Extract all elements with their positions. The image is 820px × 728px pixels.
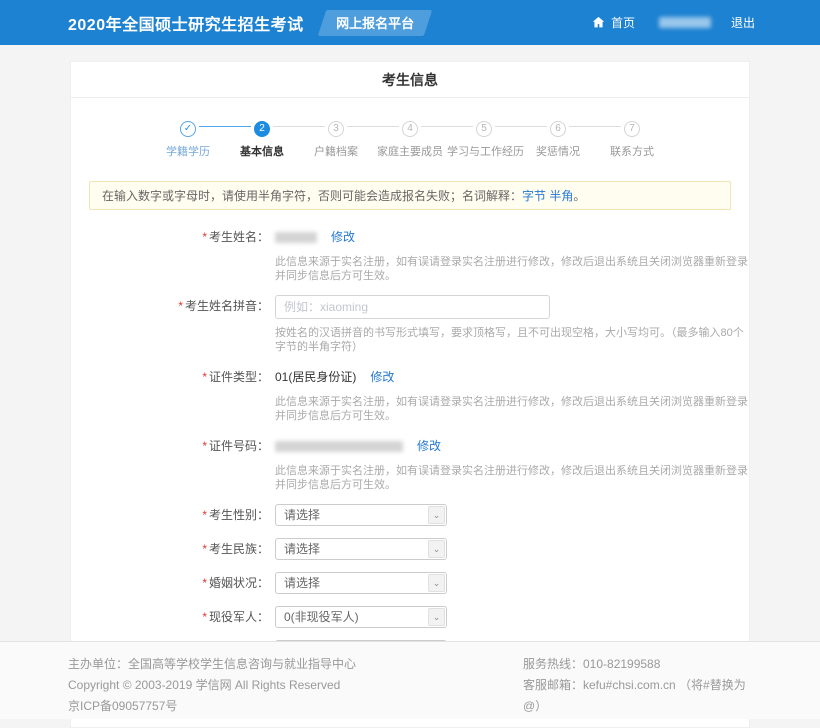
candidate-info-card: 考生信息 ✓ 学籍学历 2 基本信息 3 户籍档案 4 家庭主要成员 5 学习与… — [70, 61, 750, 728]
step-contact[interactable]: 7 联系方式 — [595, 118, 669, 159]
step-number: 2 — [254, 121, 270, 137]
military-select[interactable]: 0(非现役军人) ⌄ — [275, 606, 447, 628]
cert-type-sync-note: 此信息来源于实名注册，如有误请登录实名注册进行修改，修改后退出系统且关闭浏览器重… — [275, 395, 749, 423]
military-row: *现役军人： 0(非现役军人) ⌄ — [71, 606, 749, 628]
pinyin-row: *考生姓名拼音： 按姓名的汉语拼音的书写形式填写，要求顶格写，且不可出现空格，大… — [71, 295, 749, 354]
logout-link[interactable]: 退出 — [731, 14, 755, 31]
step-student-status[interactable]: ✓ 学籍学历 — [151, 118, 225, 159]
ethnic-row: *考生民族： 请选择 ⌄ — [71, 538, 749, 560]
basic-info-form: *考生姓名： 修改 此信息来源于实名注册，如有误请登录实名注册进行修改，修改后退… — [71, 210, 749, 709]
header-nav: 首页 退出 — [592, 14, 755, 31]
step-progress: ✓ 学籍学历 2 基本信息 3 户籍档案 4 家庭主要成员 5 学习与工作经历 … — [71, 98, 749, 175]
halfwidth-glossary-link[interactable]: 半角 — [549, 189, 573, 203]
modify-cert-type-link[interactable]: 修改 — [370, 366, 394, 388]
step-number: 5 — [476, 121, 492, 137]
modify-cert-no-link[interactable]: 修改 — [417, 435, 441, 457]
cert-no-row: *证件号码： 修改 此信息来源于实名注册，如有误请登录实名注册进行修改，修改后退… — [71, 435, 749, 492]
page-footer: 主办单位：全国高等学校学生信息咨询与就业指导中心 Copyright © 200… — [0, 641, 820, 719]
step-rewards[interactable]: 6 奖惩情况 — [521, 118, 595, 159]
chevron-down-icon: ⌄ — [428, 540, 445, 558]
ethnic-select[interactable]: 请选择 ⌄ — [275, 538, 447, 560]
footer-email: 客服邮箱：kefu#chsi.com.cn （将#替换为@） — [523, 675, 755, 717]
platform-badge-label: 网上报名平台 — [336, 13, 414, 32]
footer-hotline: 服务热线：010-82199588 — [523, 654, 755, 675]
check-icon: ✓ — [180, 121, 196, 137]
nav-home-link[interactable]: 首页 — [611, 14, 635, 31]
step-number: 7 — [624, 121, 640, 137]
username-masked — [659, 17, 711, 28]
gender-select[interactable]: 请选择 ⌄ — [275, 504, 447, 526]
platform-badge: 网上报名平台 — [317, 10, 431, 36]
military-label: 现役军人： — [209, 610, 269, 624]
marital-label: 婚姻状况： — [209, 576, 269, 590]
candidate-name-label: 考生姓名： — [209, 230, 269, 244]
app-title: 2020年全国硕士研究生招生考试 — [68, 11, 304, 35]
step-number: 3 — [328, 121, 344, 137]
halfwidth-notice: 在输入数字或字母时，请使用半角字符，否则可能会造成报名失败；名词解释：字节 半角… — [89, 181, 731, 210]
cert-no-label: 证件号码： — [209, 439, 269, 453]
byte-glossary-link[interactable]: 字节 — [522, 189, 546, 203]
candidate-name-masked — [275, 232, 317, 243]
name-sync-note: 此信息来源于实名注册，如有误请登录实名注册进行修改，修改后退出系统且关闭浏览器重… — [275, 255, 749, 283]
step-family[interactable]: 4 家庭主要成员 — [373, 118, 447, 159]
home-icon — [592, 16, 605, 29]
step-basic-info[interactable]: 2 基本信息 — [225, 118, 299, 159]
step-number: 6 — [550, 121, 566, 137]
cert-type-value: 01(居民身份证) — [275, 366, 356, 388]
chevron-down-icon: ⌄ — [428, 574, 445, 592]
cert-type-label: 证件类型： — [209, 370, 269, 384]
step-work-history[interactable]: 5 学习与工作经历 — [447, 118, 521, 159]
footer-copyright: Copyright © 2003-2019 学信网 All Rights Res… — [68, 675, 523, 696]
marital-select[interactable]: 请选择 ⌄ — [275, 572, 447, 594]
top-header: 2020年全国硕士研究生招生考试 网上报名平台 首页 退出 — [0, 0, 820, 45]
chevron-down-icon: ⌄ — [428, 506, 445, 524]
footer-icp: 京ICP备09057757号 — [68, 696, 523, 717]
marital-row: *婚姻状况： 请选择 ⌄ — [71, 572, 749, 594]
cert-no-masked — [275, 441, 403, 452]
cert-no-sync-note: 此信息来源于实名注册，如有误请登录实名注册进行修改，修改后退出系统且关闭浏览器重… — [275, 464, 749, 492]
gender-row: *考生性别： 请选择 ⌄ — [71, 504, 749, 526]
footer-right: 服务热线：010-82199588 客服邮箱：kefu#chsi.com.cn … — [523, 654, 755, 719]
pinyin-label: 考生姓名拼音： — [185, 299, 269, 313]
pinyin-note: 按姓名的汉语拼音的书写形式填写，要求顶格写，且不可出现空格，大小写均可。（最多输… — [275, 326, 749, 354]
modify-name-link[interactable]: 修改 — [331, 226, 355, 248]
footer-organizer: 主办单位：全国高等学校学生信息咨询与就业指导中心 — [68, 654, 523, 675]
footer-left: 主办单位：全国高等学校学生信息咨询与就业指导中心 Copyright © 200… — [68, 654, 523, 719]
page-title: 考生信息 — [71, 62, 749, 98]
ethnic-label: 考生民族： — [209, 542, 269, 556]
step-household[interactable]: 3 户籍档案 — [299, 118, 373, 159]
pinyin-input[interactable] — [275, 295, 550, 319]
chevron-down-icon: ⌄ — [428, 608, 445, 626]
step-number: 4 — [402, 121, 418, 137]
candidate-name-row: *考生姓名： 修改 此信息来源于实名注册，如有误请登录实名注册进行修改，修改后退… — [71, 226, 749, 283]
gender-label: 考生性别： — [209, 508, 269, 522]
cert-type-row: *证件类型： 01(居民身份证) 修改 此信息来源于实名注册，如有误请登录实名注… — [71, 366, 749, 423]
